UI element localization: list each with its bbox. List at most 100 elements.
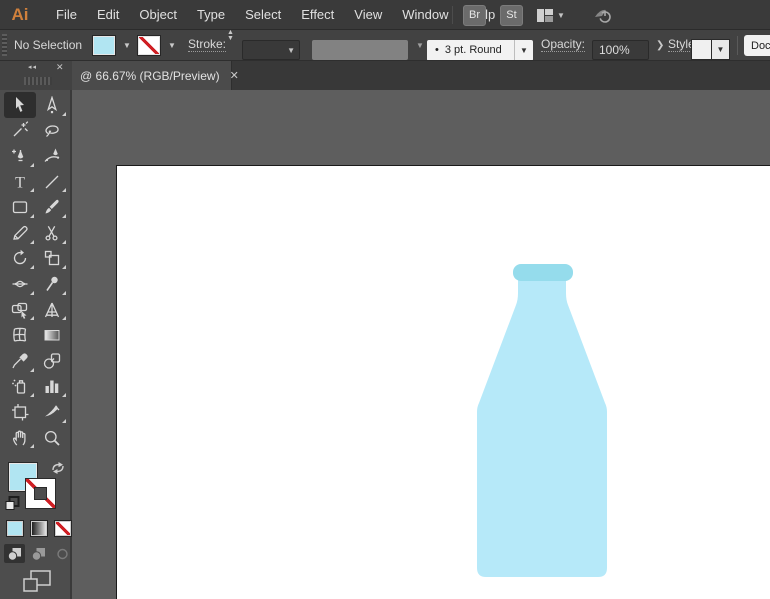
tool-artboard[interactable] <box>4 399 36 425</box>
stroke-proxy-swatch[interactable] <box>25 478 56 509</box>
tool-selection[interactable] <box>4 92 36 118</box>
gpu-performance-icon[interactable] <box>591 5 615 25</box>
menu-item-edit[interactable]: Edit <box>87 1 129 28</box>
direct-selection-icon <box>46 95 58 113</box>
divider <box>737 36 738 55</box>
flyout-indicator <box>62 265 66 270</box>
menu-item-window[interactable]: Window <box>392 1 458 28</box>
menu-item-object[interactable]: Object <box>129 1 187 28</box>
tool-blend[interactable] <box>36 348 68 374</box>
fill-color-swatch[interactable] <box>92 34 116 56</box>
stock-button[interactable]: St <box>500 4 523 26</box>
stroke-link[interactable]: Stroke: <box>188 30 227 60</box>
default-fill-stroke-icon[interactable] <box>5 496 20 516</box>
column-graph-icon <box>45 380 59 394</box>
swap-fill-stroke-icon[interactable] <box>50 461 66 480</box>
tool-line-segment[interactable] <box>36 169 68 195</box>
artboard-icon <box>12 403 29 421</box>
chevron-down-icon[interactable]: ▼ <box>557 11 565 20</box>
menu-item-view[interactable]: View <box>344 1 392 28</box>
flyout-indicator <box>30 444 34 449</box>
tool-width[interactable] <box>4 271 36 297</box>
opacity-arrow-icon[interactable]: ❯ <box>651 30 669 60</box>
tool-rotate[interactable] <box>4 246 36 272</box>
tool-rectangle[interactable] <box>4 194 36 220</box>
workspace-switcher-icon[interactable] <box>537 8 553 22</box>
draw-behind-button[interactable] <box>28 544 49 563</box>
tool-eyedropper[interactable] <box>4 348 36 374</box>
stroke-weight-dropdown[interactable]: ▼ <box>242 35 300 60</box>
blend-icon <box>43 353 61 369</box>
fill-chevron-icon[interactable]: ▼ <box>118 30 136 60</box>
bridge-button[interactable]: Br <box>463 4 486 26</box>
width-profile-dropdown[interactable] <box>312 35 408 60</box>
color-button[interactable] <box>6 520 24 537</box>
menu-item-effect[interactable]: Effect <box>291 1 344 28</box>
tool-perspective-grid[interactable] <box>36 297 68 323</box>
bottle-shape[interactable] <box>456 260 626 590</box>
tab-close-icon[interactable]: ✕ <box>230 69 239 82</box>
menu-bar-right: Br St ▼ <box>452 0 615 30</box>
panel-grip[interactable] <box>24 77 52 85</box>
perspective-grid-icon <box>44 302 60 317</box>
close-panel-icon[interactable]: ✕ <box>56 62 64 73</box>
tool-slice[interactable] <box>36 399 68 425</box>
tool-pencil[interactable] <box>4 220 36 246</box>
tool-mesh[interactable] <box>4 322 36 348</box>
tool-type[interactable]: T <box>4 169 36 195</box>
lasso-icon <box>45 125 59 138</box>
opacity-field[interactable]: 100% <box>592 35 649 60</box>
tool-gradient[interactable] <box>36 322 68 348</box>
document-tab[interactable]: @ 66.67% (RGB/Preview) ✕ <box>72 61 239 90</box>
tool-paintbrush[interactable] <box>36 194 68 220</box>
flyout-indicator <box>30 265 34 270</box>
tool-zoom[interactable] <box>36 425 68 451</box>
stroke-chevron-icon[interactable]: ▼ <box>163 30 181 60</box>
panel-grip[interactable] <box>2 34 7 56</box>
stroke-color-swatch[interactable] <box>137 34 161 56</box>
tool-lasso[interactable] <box>36 118 68 144</box>
brush-definition-field[interactable]: • 3 pt. Round <box>427 35 514 60</box>
tab-bar: ◂◂ ✕ @ 66.67% (RGB/Preview) ✕ <box>0 61 770 90</box>
tool-pen[interactable] <box>4 143 36 169</box>
stroke-weight-stepper[interactable]: ▲ ▼ <box>227 30 234 60</box>
tool-curvature[interactable] <box>36 143 68 169</box>
screen-mode-icon[interactable] <box>22 570 52 599</box>
menu-item-select[interactable]: Select <box>235 1 291 28</box>
style-swatch[interactable] <box>691 34 712 60</box>
tool-scissors[interactable] <box>36 220 68 246</box>
pen-icon <box>12 149 24 162</box>
tool-shape-builder[interactable] <box>4 297 36 323</box>
control-bar: No Selection ▼ ▼ Stroke: ▲ ▼ ▼ ▼ • 3 pt. … <box>0 30 770 61</box>
gradient-button[interactable] <box>30 520 48 537</box>
collapse-panel-icon[interactable]: ◂◂ <box>28 63 37 71</box>
symbol-sprayer-icon <box>12 379 26 394</box>
tool-symbol-sprayer[interactable] <box>4 374 36 400</box>
tool-scale[interactable] <box>36 246 68 272</box>
tool-direct-selection[interactable] <box>36 92 68 118</box>
rectangle-icon <box>12 201 28 214</box>
document-setup-button[interactable]: Docu <box>744 35 770 56</box>
toolbar-panel: T <box>0 90 72 599</box>
opacity-link[interactable]: Opacity: <box>541 30 586 60</box>
tool-magic-wand[interactable] <box>4 118 36 144</box>
menu-item-file[interactable]: File <box>46 1 87 28</box>
bottle-cap <box>513 264 573 281</box>
color-type-buttons <box>6 520 72 537</box>
type-icon: T <box>15 174 25 191</box>
none-button[interactable] <box>54 520 72 537</box>
zoom-icon <box>44 430 60 446</box>
divider <box>452 6 453 24</box>
draw-inside-button <box>52 544 73 563</box>
tool-hand[interactable] <box>4 425 36 451</box>
draw-normal-button[interactable] <box>4 544 25 563</box>
paintbrush-icon <box>45 199 59 214</box>
tool-puppet-warp[interactable] <box>36 271 68 297</box>
style-chevron-button[interactable]: ▼ <box>712 34 730 60</box>
document-tab-label: @ 66.67% (RGB/Preview) <box>80 68 220 83</box>
puppet-warp-icon <box>46 276 58 291</box>
slice-icon <box>45 405 60 417</box>
menu-item-type[interactable]: Type <box>187 1 235 28</box>
brush-chevron-button[interactable]: ▼ <box>514 35 533 60</box>
tool-column-graph[interactable] <box>36 374 68 400</box>
